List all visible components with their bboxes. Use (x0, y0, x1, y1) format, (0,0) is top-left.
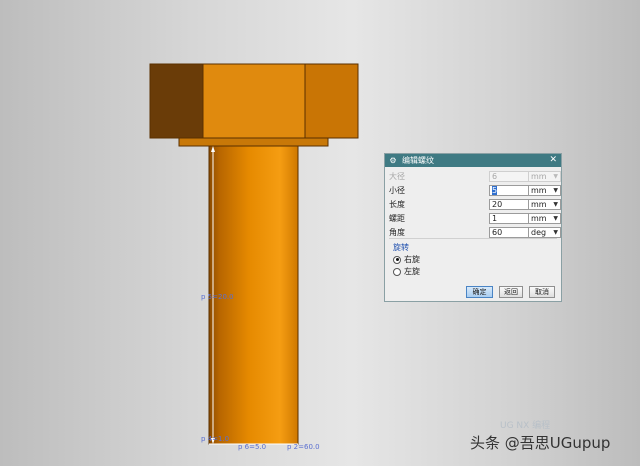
field-label: 螺距 (389, 214, 405, 223)
radio-checked-icon[interactable] (393, 255, 401, 264)
watermark: 头条 @吾思UGupup (470, 434, 611, 452)
length-unit[interactable]: mm ▼ (529, 199, 561, 210)
dim-length-label[interactable]: p 5=20.0 (201, 293, 234, 301)
chevron-down-icon: ▼ (553, 215, 558, 222)
chevron-down-icon: ▼ (553, 187, 558, 194)
length-input[interactable]: 20 (489, 199, 529, 210)
pitch-unit[interactable]: mm ▼ (529, 213, 561, 224)
angle-input[interactable]: 60 (489, 227, 529, 238)
head-left-face (150, 64, 203, 138)
angle-unit[interactable]: deg ▼ (529, 227, 561, 238)
dim-angle-label[interactable]: p 2=60.0 (287, 443, 320, 451)
edit-thread-dialog: ⚙ 编辑螺纹 ✕ 大径 6 mm ▼ 小径 5 mm ▼ 长度 20 mm ▼ 螺距 … (384, 153, 562, 302)
field-minor-diameter: 小径 5 mm ▼ (389, 185, 561, 197)
ok-button[interactable]: 确定 (466, 286, 493, 298)
field-major-diameter: 大径 6 mm ▼ (389, 171, 561, 183)
minor-diameter-unit[interactable]: mm ▼ (529, 185, 561, 196)
head-washer (178, 137, 329, 147)
radio-unchecked-icon[interactable] (393, 267, 401, 276)
gear-icon: ⚙ (389, 156, 397, 165)
field-length: 长度 20 mm ▼ (389, 199, 561, 211)
field-label: 小径 (389, 186, 405, 195)
radio-label: 左旋 (404, 267, 420, 276)
dim-base-label[interactable]: p 4=1.0 (201, 435, 229, 443)
radio-left-hand[interactable]: 左旋 (393, 266, 420, 277)
field-label: 大径 (389, 172, 405, 181)
radio-right-hand[interactable]: 右旋 (393, 254, 420, 265)
major-diameter-unit: mm ▼ (529, 171, 561, 182)
dim-diameter-label[interactable]: p 6=5.0 (238, 443, 266, 451)
rotation-group-title: 旋转 (393, 243, 409, 252)
major-diameter-input: 6 (489, 171, 529, 182)
radio-label: 右旋 (404, 255, 420, 264)
chevron-down-icon: ▼ (553, 229, 558, 236)
close-icon[interactable]: ✕ (549, 154, 557, 167)
field-label: 长度 (389, 200, 405, 209)
chevron-down-icon: ▼ (553, 201, 558, 208)
head-right-face (305, 64, 358, 138)
pitch-input[interactable]: 1 (489, 213, 529, 224)
minor-diameter-input[interactable]: 5 (489, 185, 529, 196)
dialog-title: 编辑螺纹 (402, 156, 434, 165)
divider (389, 238, 557, 239)
chevron-down-icon: ▼ (553, 173, 558, 180)
dialog-titlebar[interactable]: ⚙ 编辑螺纹 ✕ (385, 154, 561, 167)
head-front-face (203, 64, 305, 138)
field-pitch: 螺距 1 mm ▼ (389, 213, 561, 225)
watermark-faint: UG NX 编程 (500, 421, 551, 431)
back-button[interactable]: 返回 (499, 286, 523, 298)
cancel-button[interactable]: 取消 (529, 286, 555, 298)
